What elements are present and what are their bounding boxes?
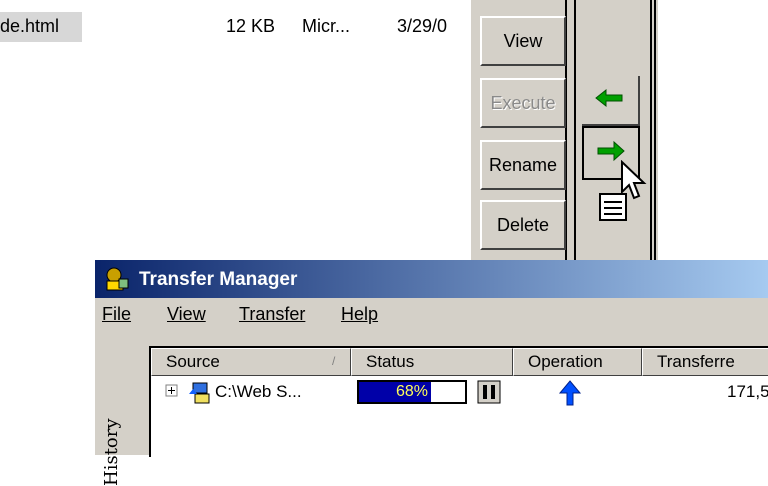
- action-button-panel: View Execute Rename Delete: [471, 0, 578, 260]
- panel-divider: [654, 0, 656, 260]
- delete-button[interactable]: Delete: [480, 200, 566, 250]
- rename-button[interactable]: Rename: [480, 140, 566, 190]
- menu-transfer[interactable]: Transfer: [239, 304, 305, 325]
- file-date: 3/29/0: [397, 16, 448, 36]
- sort-indicator-icon: /: [332, 354, 336, 368]
- transfer-item-icon: [189, 382, 210, 404]
- transferred-bytes: 171,5: [727, 382, 768, 401]
- expand-icon[interactable]: [165, 384, 181, 400]
- history-side-bar[interactable]: History: [95, 336, 147, 486]
- download-arrow-button[interactable]: [582, 76, 640, 126]
- panel-divider: [650, 0, 652, 260]
- file-name[interactable]: de.html: [0, 12, 82, 42]
- view-button[interactable]: View: [480, 16, 566, 66]
- column-header-operation[interactable]: Operation: [513, 348, 642, 376]
- green-left-arrow-icon: [595, 88, 623, 108]
- upload-arrow-icon: [558, 380, 582, 406]
- menu-help[interactable]: Help: [341, 304, 378, 325]
- column-header-source[interactable]: Source /: [151, 348, 351, 376]
- transfer-manager-window: Transfer Manager File View Transfer Help…: [95, 260, 768, 486]
- transfer-arrow-panel: [578, 0, 658, 260]
- panel-divider: [574, 0, 576, 260]
- file-size: 12 KB: [226, 16, 276, 36]
- file-type: Micr...: [302, 16, 350, 36]
- transfer-manager-icon: [106, 267, 129, 291]
- execute-button[interactable]: Execute: [480, 78, 566, 128]
- pause-icon[interactable]: [477, 380, 501, 404]
- progress-text: 68%: [395, 383, 429, 400]
- menu-view[interactable]: View: [167, 304, 206, 325]
- column-header-status[interactable]: Status: [351, 348, 513, 376]
- column-header-transferred[interactable]: Transferre: [642, 348, 768, 376]
- menu-file[interactable]: File: [102, 304, 131, 325]
- transfer-list: Source / Status Operation Transferre C:\…: [149, 346, 768, 457]
- source-path: C:\Web S...: [215, 382, 302, 401]
- window-title-bar[interactable]: Transfer Manager: [95, 260, 768, 298]
- window-title: Transfer Manager: [139, 269, 298, 290]
- history-label: History: [101, 418, 122, 486]
- mouse-cursor-icon: [621, 160, 647, 200]
- progress-bar: 68%: [357, 380, 467, 404]
